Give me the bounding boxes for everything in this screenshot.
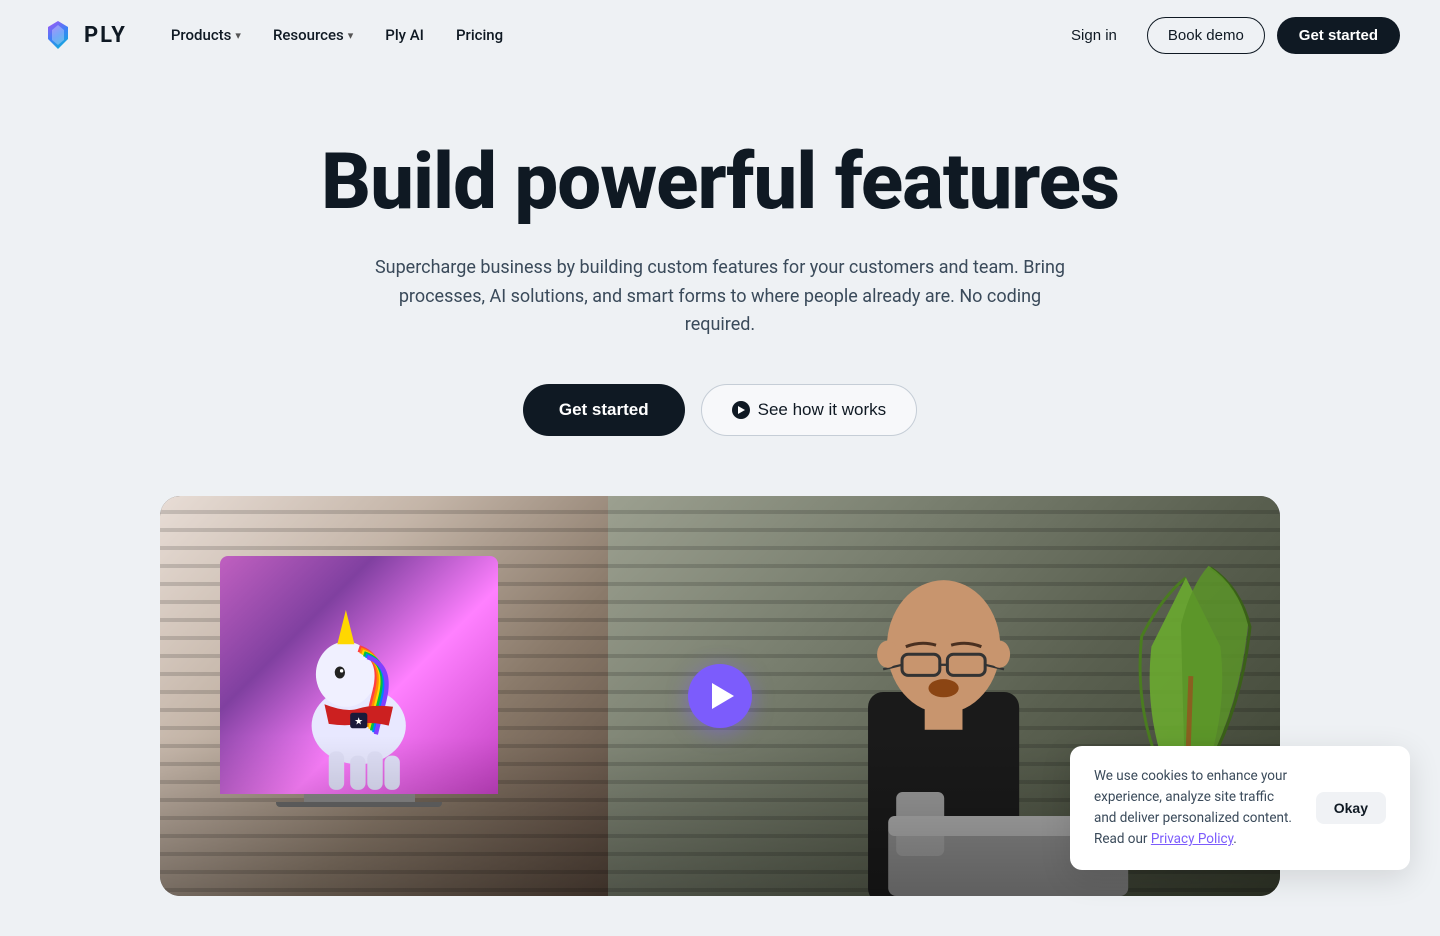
nav-right: Sign in Book demo Get started	[1053, 17, 1400, 54]
privacy-policy-link[interactable]: Privacy Policy	[1151, 831, 1233, 847]
resources-chevron-icon: ▾	[348, 29, 354, 42]
nav-left: PLY Products ▾ Resources ▾ Ply AI Pricin…	[40, 17, 515, 53]
hero-buttons: Get started See how it works	[40, 384, 1400, 436]
sign-in-button[interactable]: Sign in	[1053, 19, 1135, 52]
cookie-text: We use cookies to enhance your experienc…	[1094, 766, 1300, 850]
logo-link[interactable]: PLY	[40, 17, 127, 53]
hero-title: Build powerful features	[40, 140, 1400, 226]
products-chevron-icon: ▾	[235, 29, 241, 42]
svg-text:★: ★	[355, 716, 364, 727]
hero-see-how-button[interactable]: See how it works	[701, 384, 918, 436]
resources-nav[interactable]: Resources ▾	[261, 18, 365, 52]
video-left-panel: ★	[160, 496, 664, 896]
monitor-stand	[304, 794, 415, 802]
logo-text: PLY	[84, 23, 127, 48]
unicorn-illustration: ★	[234, 580, 483, 794]
products-nav[interactable]: Products ▾	[159, 18, 253, 52]
monitor-screen: ★	[220, 556, 497, 794]
pricing-nav[interactable]: Pricing	[444, 18, 515, 52]
play-icon-small	[732, 401, 750, 419]
play-button[interactable]	[688, 664, 752, 728]
monitor-base	[276, 802, 442, 807]
mac-monitor: ★	[220, 556, 497, 836]
hero-subtitle: Supercharge business by building custom …	[370, 254, 1070, 340]
navbar: PLY Products ▾ Resources ▾ Ply AI Pricin…	[0, 0, 1440, 70]
get-started-nav-button[interactable]: Get started	[1277, 17, 1400, 54]
ply-ai-nav[interactable]: Ply AI	[373, 18, 436, 52]
nav-links: Products ▾ Resources ▾ Ply AI Pricing	[159, 18, 515, 52]
ply-logo-icon	[40, 17, 76, 53]
cookie-okay-button[interactable]: Okay	[1316, 792, 1386, 824]
book-demo-button[interactable]: Book demo	[1147, 17, 1265, 54]
hero-get-started-button[interactable]: Get started	[523, 384, 685, 436]
play-triangle-icon	[712, 683, 734, 709]
cookie-banner: We use cookies to enhance your experienc…	[1070, 746, 1410, 870]
